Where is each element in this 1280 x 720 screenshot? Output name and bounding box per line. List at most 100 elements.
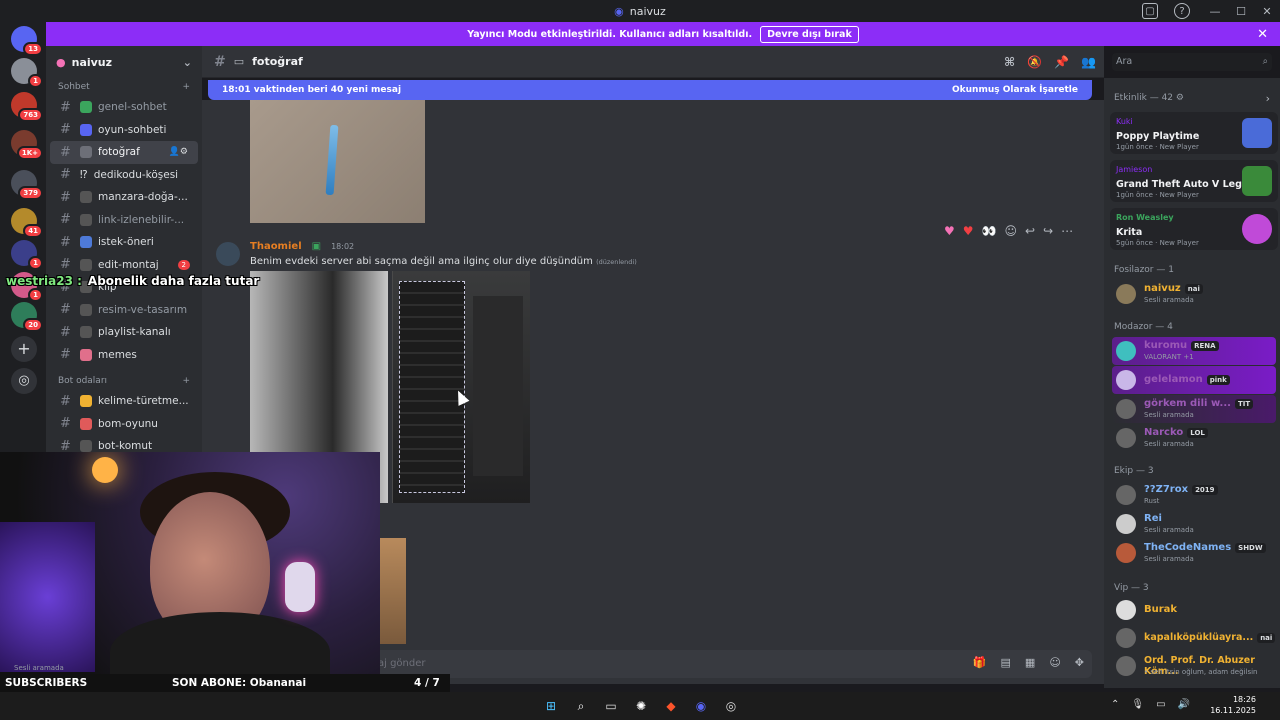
settings-icon[interactable]: 👤⚙ [169,147,188,157]
search-icon[interactable]: ⌕ [571,696,591,716]
avatar[interactable] [216,242,240,266]
server-header[interactable]: ● naivuz ⌄ [46,46,202,78]
member-name: TheCodeNames SHDW [1144,542,1266,553]
channel-resim[interactable]: # resim-ve-tasarım [46,299,202,322]
gif-icon[interactable]: ▤ [1001,656,1011,669]
inbox-icon[interactable]: ▢ [1142,3,1158,19]
message-author[interactable]: Thaomiel [250,241,302,252]
volume-icon[interactable]: 🔊 [1178,699,1190,710]
display-icon[interactable]: ▭ [1156,699,1165,710]
new-messages-bar[interactable]: 18:01 vaktinden beri 40 yeni mesaj Okunm… [208,80,1092,100]
apps-icon[interactable]: ✥ [1075,656,1084,669]
activity-card[interactable]: Jamieson Grand Theft Auto V Legacy 1gün ön… [1110,160,1278,202]
channel-manzara[interactable]: # manzara-doğa-... [46,186,202,209]
member-item[interactable]: naivuz nai Sesli aramada [1112,280,1276,308]
category-bot[interactable]: Bot odaları + [46,372,202,390]
search-input[interactable]: Ara ⌕ [1112,53,1272,71]
channel-kelime[interactable]: # kelime-türetme... [46,390,202,413]
task-view-icon[interactable]: ▭ [601,696,621,716]
member-item[interactable]: gelelamon pink [1112,366,1276,394]
search-icon: ⌕ [1262,56,1268,67]
server-icon[interactable]: 1 [11,58,43,88]
hash-icon: # [60,189,71,205]
member-item[interactable]: Ord. Prof. Dr. Abuzer Köm... • sen itsin … [1112,652,1276,680]
threads-icon[interactable]: ⌘ [1004,55,1015,69]
reply-icon[interactable]: ↩ [1025,224,1035,238]
notifications-icon[interactable]: 🔕 [1027,55,1042,69]
reaction-eyes-icon[interactable]: 👀 [982,224,997,238]
close-button[interactable]: ✕ [1254,5,1280,18]
more-icon[interactable]: ⋯ [1061,224,1073,238]
steam-icon[interactable]: ◎ [721,696,741,716]
brave-icon[interactable]: ◆ [661,696,681,716]
microphone-icon[interactable]: 🎙 [1131,699,1144,710]
activity-card[interactable]: Ron Weasley Krita 5gün önce · New Player [1110,208,1278,250]
members-icon[interactable]: 👥 [1081,55,1096,69]
server-icon[interactable]: 763 [11,92,43,122]
gift-icon[interactable]: 🎁 [973,656,987,669]
explore-icon[interactable]: ◎ [11,368,37,394]
add-server-icon[interactable]: + [11,336,37,362]
discord-icon[interactable]: ◉ [691,696,711,716]
pin-icon[interactable]: 📌 [1054,55,1069,69]
server-icon[interactable]: 1 [11,240,43,270]
member-item[interactable]: Rei Sesli aramada [1112,510,1276,538]
reaction-heart-icon[interactable]: ♥ [963,224,974,238]
category-sohbet[interactable]: Sohbet + [46,78,202,96]
member-status: Sesli aramada [1144,555,1194,563]
member-name: Narcko LOL [1144,427,1208,438]
member-item[interactable]: Narcko LOL Sesli aramada [1112,424,1276,452]
chevron-up-icon[interactable]: ⌃ [1111,699,1119,710]
disable-streamer-mode-button[interactable]: Devre dışı bırak [760,25,859,43]
system-clock[interactable]: 18:26 16.11.2025 [1210,694,1256,716]
attachment-image[interactable] [392,271,530,503]
activity-card[interactable]: Kuki Poppy Playtime 1gün önce · New Player [1110,112,1278,154]
channel-istek[interactable]: # istek-öneri [46,231,202,254]
attachment-image[interactable] [378,538,406,644]
server-icon[interactable]: 1K+ [11,130,43,160]
attachment-image[interactable] [250,100,425,223]
guild-badge: 41 [23,224,43,238]
help-icon[interactable]: ? [1174,3,1190,19]
close-banner-icon[interactable]: ✕ [1257,27,1268,42]
activity-header[interactable]: Etkinlik — 42 ⚙ [1114,93,1184,103]
server-icon[interactable]: 379 [11,170,43,200]
image-icon [80,146,92,159]
add-channel-icon[interactable]: + [182,376,190,386]
channel-link[interactable]: # link-izlenebilir-... [46,209,202,232]
member-item[interactable]: Burak [1112,596,1276,624]
hash-icon: # [60,302,71,318]
add-reaction-icon[interactable]: ☺ [1004,224,1017,238]
forward-icon[interactable]: ↪ [1043,224,1053,238]
channel-playlist[interactable]: # playlist-kanalı [46,321,202,344]
channel-memes[interactable]: # memes [46,344,202,367]
member-item[interactable]: görkem dili w... TIT Sesli aramada [1112,395,1276,423]
channel-edit-montaj[interactable]: # edit-montaj 2 [46,254,202,277]
chatgpt-icon[interactable]: ✺ [631,696,651,716]
activity-meta: 1gün önce · New Player [1116,143,1199,151]
mark-as-read-button[interactable]: Okunmuş Olarak İşaretle [952,85,1078,95]
add-channel-icon[interactable]: + [182,82,190,92]
member-item[interactable]: TheCodeNames SHDW Sesli aramada [1112,539,1276,567]
direct-messages-icon[interactable]: 13 [11,26,43,56]
member-status: Sesli aramada [1144,411,1194,419]
minimize-button[interactable]: — [1202,5,1228,18]
server-icon[interactable]: 41 [11,208,43,238]
channel-dedikodu[interactable]: # ⁉ dedikodu-köşesi [46,164,202,187]
member-item[interactable]: ??Z7rox 2019 Rust [1112,481,1276,509]
windows-start-icon[interactable]: ⊞ [541,696,561,716]
activity-meta: 1gün önce · New Player [1116,191,1199,199]
member-name: gelelamon pink [1144,374,1230,385]
channel-genel-sohbet[interactable]: # genel-sohbet [46,96,202,119]
emoji-icon[interactable]: ☺ [1049,656,1060,669]
channel-bom[interactable]: # bom-oyunu [46,413,202,436]
channel-fotograf[interactable]: # fotoğraf 👤⚙ [50,141,198,164]
server-icon[interactable]: 20 [11,302,43,332]
sticker-icon[interactable]: ▦ [1025,656,1035,669]
channel-oyun-sohbeti[interactable]: # oyun-sohbeti [46,119,202,142]
maximize-button[interactable]: ☐ [1228,5,1254,18]
member-item[interactable]: kuromu RENA VALORANT +1 [1112,337,1276,365]
reaction-heart-icon[interactable]: ♥ [944,224,955,238]
chevron-right-icon[interactable]: › [1266,92,1270,105]
member-item[interactable]: kapalıköpüklüayra... nai [1112,624,1276,652]
